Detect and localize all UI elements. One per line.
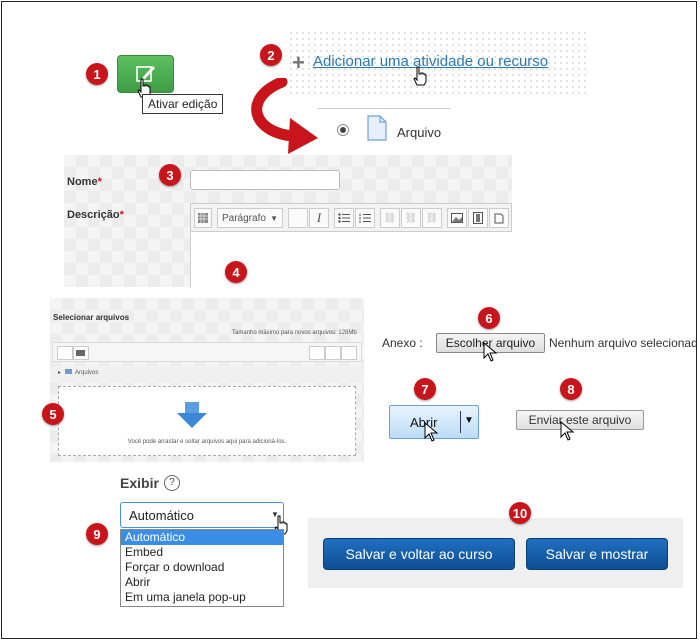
editor-toolbar: Parágrafo ▼ I ⛓ ⛓ ⛓	[190, 203, 512, 232]
folder-button[interactable]	[73, 346, 89, 360]
bold-button[interactable]	[288, 208, 308, 228]
step-badge-1: 1	[86, 63, 108, 85]
anchor-icon: ⛓	[425, 212, 439, 224]
step-badge-2: 2	[260, 44, 282, 66]
display-option[interactable]: Embed	[121, 545, 283, 560]
image-button[interactable]	[447, 208, 467, 228]
arrow-cursor-icon	[424, 422, 439, 442]
list-view-button[interactable]	[325, 346, 341, 360]
caret-down-icon: ▼	[464, 415, 474, 426]
bullet-list-icon	[338, 213, 350, 223]
drop-zone[interactable]	[58, 386, 356, 456]
folder-icon	[64, 369, 72, 374]
step-badge-5: 5	[42, 403, 64, 425]
icon-view-button[interactable]	[309, 346, 325, 360]
bullet-list-button[interactable]	[334, 208, 354, 228]
plus-icon: +	[292, 50, 305, 75]
display-options-list: Automático Embed Forçar o download Abrir…	[120, 529, 284, 607]
display-option[interactable]: Forçar o download	[121, 560, 283, 575]
unlink-button[interactable]: ⛓	[401, 208, 421, 228]
add-file-button[interactable]	[57, 346, 73, 360]
step-badge-8: 8	[560, 378, 582, 400]
link-button[interactable]: ⛓	[380, 208, 400, 228]
filepicker-toolbar	[52, 342, 362, 362]
toolbar-toggle-button[interactable]	[194, 208, 212, 228]
divider	[318, 108, 450, 109]
filepicker-title: Selecionar arquivos	[53, 313, 130, 322]
media-button[interactable]	[468, 208, 488, 228]
max-size-note: Tamanho máximo para novos arquivos: 128M…	[232, 330, 357, 336]
name-input[interactable]	[190, 170, 340, 190]
resource-label: Arquivo	[397, 125, 442, 140]
paragraph-select-label: Parágrafo	[222, 212, 266, 224]
arrow-cursor-icon	[483, 342, 498, 362]
step-badge-3: 3	[159, 164, 181, 186]
unlink-icon: ⛓	[404, 212, 418, 224]
arrow-right-icon: ▸	[58, 370, 62, 376]
link-icon: ⛓	[383, 212, 397, 224]
paragraph-select[interactable]: Parágrafo ▼	[217, 208, 283, 228]
tutorial-frame: 1 Ativar edição 2 + Adicionar uma ativid…	[1, 1, 697, 639]
arrow-cursor-icon	[560, 421, 575, 441]
download-arrow-icon	[177, 402, 207, 428]
send-file-button[interactable]: Enviar este arquivo	[516, 410, 644, 430]
attachment-label: Anexo :	[382, 336, 423, 350]
italic-button[interactable]: I	[309, 208, 329, 228]
file-icon	[367, 115, 387, 141]
name-label: Nome*	[67, 176, 102, 188]
numbered-list-icon	[359, 213, 371, 223]
step-badge-10: 10	[509, 502, 531, 524]
folder-path[interactable]: ▸ Arquivos	[52, 366, 362, 380]
files-icon	[494, 213, 504, 224]
manage-files-button[interactable]	[489, 208, 509, 228]
step-badge-9: 9	[86, 523, 108, 545]
display-option[interactable]: Abrir	[121, 575, 283, 590]
tree-view-button[interactable]	[341, 346, 357, 360]
add-activity-link[interactable]: Adicionar uma atividade ou recurso	[313, 53, 548, 70]
folder-icon	[76, 350, 85, 356]
caret-down-icon: ▼	[270, 213, 278, 223]
help-icon[interactable]: ?	[164, 475, 180, 491]
save-show-button[interactable]: Salvar e mostrar	[526, 538, 668, 570]
numbered-list-button[interactable]	[355, 208, 375, 228]
display-select[interactable]: Automático ▼	[120, 502, 284, 528]
curved-arrow-icon	[251, 78, 318, 154]
description-label: Descrição*	[67, 209, 124, 221]
step-badge-4: 4	[225, 261, 247, 283]
image-icon	[451, 213, 463, 223]
hand-cursor-icon	[413, 66, 427, 86]
anchor-button[interactable]: ⛓	[422, 208, 442, 228]
step-badge-7: 7	[414, 378, 436, 400]
save-return-button[interactable]: Salvar e voltar ao curso	[323, 538, 515, 570]
radio-button[interactable]	[337, 124, 349, 136]
drop-zone-text: Você pode arrastar e soltar arquivos aqu…	[127, 439, 287, 445]
folder-label: Arquivos	[75, 370, 99, 376]
split-divider	[460, 411, 461, 433]
display-option[interactable]: Em uma janela pop-up	[121, 590, 283, 605]
tooltip: Ativar edição	[142, 94, 224, 114]
italic-icon: I	[316, 210, 322, 225]
grid-icon	[198, 213, 208, 223]
step-badge-6: 6	[478, 307, 500, 329]
display-label: Exibir	[120, 475, 159, 491]
display-select-value: Automático	[129, 508, 195, 523]
display-option[interactable]: Automático	[121, 530, 283, 545]
no-file-text: Nenhum arquivo selecionado	[549, 336, 697, 350]
film-icon	[473, 212, 483, 224]
